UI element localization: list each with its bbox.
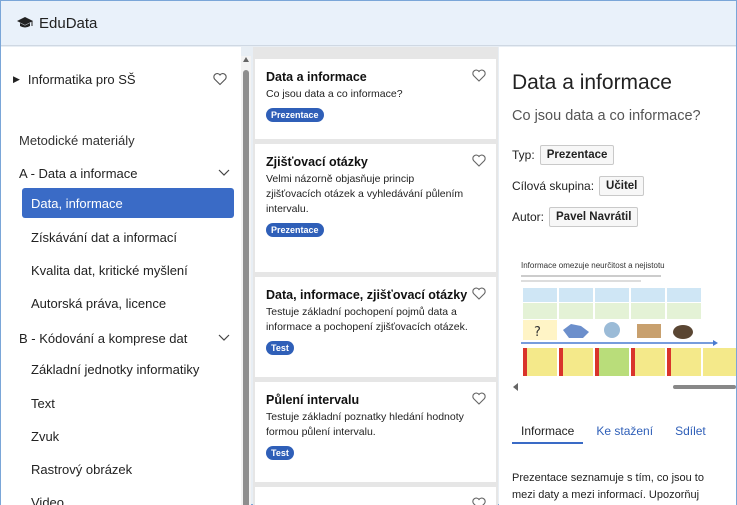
description-line: mezi daty a mezi informací. Upozorňuj bbox=[512, 489, 700, 501]
group-b-label: B - Kódování a komprese dat bbox=[19, 330, 188, 346]
author-chip[interactable]: Pavel Navrátil bbox=[549, 207, 639, 227]
tab-informace[interactable]: Informace bbox=[512, 420, 584, 444]
card-description: Testuje základní poznatky hledání hodnot… bbox=[266, 410, 486, 440]
sidebar-item-label: Rastrový obrázek bbox=[31, 461, 133, 477]
preview-heading: Informace omezuje neurčitost a nejistotu bbox=[521, 261, 665, 270]
list-item[interactable]: Data, informace, zjišťovací otázky Testu… bbox=[255, 277, 496, 377]
type-badge: Test bbox=[266, 446, 294, 460]
slide-thumbnail: ? bbox=[521, 272, 736, 377]
card-description: Testuje základní pochopení pojmů data a … bbox=[266, 305, 486, 335]
sidebar-item-rastrovy-obrazek[interactable]: Rastrový obrázek bbox=[22, 454, 234, 484]
app-title: EduData bbox=[39, 14, 98, 32]
sidebar-item-label: Kvalita dat, kritické myšlení bbox=[31, 262, 188, 278]
chevron-down-icon[interactable] bbox=[218, 334, 230, 342]
sidebar-item-label: Zvuk bbox=[31, 428, 60, 444]
meta-label: Cílová skupina: bbox=[512, 179, 595, 193]
card-description-line: Testuje základní pochopení pojmů data a bbox=[266, 306, 457, 318]
scroll-left-arrow-icon[interactable] bbox=[513, 383, 519, 391]
card-title: Data a informace bbox=[266, 70, 367, 84]
sidebar-item-label: Text bbox=[31, 395, 55, 411]
heart-outline-icon[interactable] bbox=[472, 392, 486, 405]
scrollbar-thumb[interactable] bbox=[243, 70, 249, 505]
card-title: Data, informace, zjišťovací otázky bbox=[266, 288, 468, 302]
card-description: Co jsou data a co informace? bbox=[266, 88, 403, 100]
type-badge: Prezentace bbox=[266, 223, 324, 237]
card-description: Velmi názorně objasňuje princip zjišťova… bbox=[266, 172, 486, 217]
heart-outline-icon[interactable] bbox=[213, 72, 227, 86]
svg-text:?: ? bbox=[534, 325, 541, 340]
scroll-up-arrow-icon[interactable] bbox=[242, 56, 250, 64]
heart-outline-icon[interactable] bbox=[472, 154, 486, 167]
expand-arrow-icon[interactable]: ▶ bbox=[13, 74, 20, 85]
heart-outline-icon[interactable] bbox=[472, 287, 486, 300]
sidebar-item-data-informace[interactable]: Data, informace bbox=[22, 188, 234, 218]
tab-sdilet[interactable]: Sdílet bbox=[666, 420, 715, 442]
sidebar-item-kvalita-dat[interactable]: Kvalita dat, kritické myšlení bbox=[22, 255, 234, 285]
list-scrollbar[interactable] bbox=[241, 56, 251, 505]
sidebar-item-label: Data, informace bbox=[31, 195, 123, 211]
detail-tabs: Informace Ke stažení Sdílet bbox=[512, 420, 736, 446]
chevron-down-icon[interactable] bbox=[218, 169, 230, 177]
course-label: Informatika pro SŠ bbox=[27, 71, 136, 87]
sidebar-item-autorska-prava[interactable]: Autorská práva, licence bbox=[22, 288, 234, 318]
detail-description: Prezentace seznamuje s tím, co jsou to m… bbox=[512, 470, 736, 504]
card-title: Zjišťovací otázky bbox=[266, 155, 368, 169]
sidebar-item-zvuk[interactable]: Zvuk bbox=[22, 421, 234, 451]
heart-outline-icon[interactable] bbox=[472, 497, 486, 505]
scrollbar-thumb[interactable] bbox=[673, 385, 736, 389]
group-b-header[interactable]: B - Kódování a komprese dat bbox=[19, 327, 234, 349]
type-badge: Prezentace bbox=[266, 108, 324, 122]
sidebar-item-ziskavani-dat[interactable]: Získávání dat a informací bbox=[22, 222, 234, 252]
audience-chip[interactable]: Učitel bbox=[599, 176, 645, 196]
meta-label: Autor: bbox=[512, 210, 545, 224]
meta-author: Autor: Pavel Navrátil bbox=[512, 205, 639, 229]
sidebar-item-label: Autorská práva, licence bbox=[31, 295, 167, 311]
preview-scrollbar[interactable] bbox=[513, 382, 736, 392]
group-a-label: A - Data a informace bbox=[19, 165, 138, 181]
type-badge: Test bbox=[266, 341, 294, 355]
graduation-cap-icon bbox=[17, 17, 33, 28]
tab-ke-stazeni[interactable]: Ke stažení bbox=[587, 420, 662, 442]
detail-subtitle: Co jsou data a co informace? bbox=[512, 108, 701, 124]
list-item[interactable]: Zjišťovací otázky Velmi názorně objasňuj… bbox=[255, 144, 496, 272]
sidebar-item-label: Získávání dat a informací bbox=[31, 229, 177, 245]
sidebar-item-video[interactable]: Video bbox=[22, 487, 234, 505]
meta-audience: Cílová skupina: Učitel bbox=[512, 174, 645, 198]
sidebar-item-text[interactable]: Text bbox=[22, 388, 234, 418]
sidebar: ▶ Informatika pro SŠ Metodické materiály… bbox=[1, 47, 241, 505]
material-list: Data a informace Co jsou data a co infor… bbox=[253, 47, 498, 505]
card-description-line: intervalu. bbox=[266, 203, 309, 215]
slide-preview[interactable]: Informace omezuje neurčitost a nejistotu… bbox=[521, 261, 736, 381]
list-item[interactable]: Data a informace Co jsou data a co infor… bbox=[255, 59, 496, 139]
sidebar-item-label: Video bbox=[31, 494, 65, 505]
section-title: Metodické materiály bbox=[19, 133, 135, 148]
card-title: Půlení intervalu bbox=[266, 393, 360, 407]
list-item[interactable] bbox=[255, 487, 496, 505]
type-chip[interactable]: Prezentace bbox=[539, 145, 615, 165]
card-description-line: informace a pochopení zjišťovacích otáze… bbox=[266, 321, 468, 333]
card-description-line: zjišťovacích otázek a vyhledávání půlení… bbox=[266, 188, 464, 200]
detail-title: Data a informace bbox=[512, 71, 672, 94]
card-description-line: Testuje základní poznatky hledání hodnot… bbox=[266, 411, 464, 423]
meta-label: Typ: bbox=[512, 148, 535, 162]
sidebar-item-zakladni-jednotky[interactable]: Základní jednotky informatiky bbox=[22, 354, 234, 384]
list-item[interactable]: Půlení intervalu Testuje základní poznat… bbox=[255, 382, 496, 482]
card-description-line: formou půlení intervalu. bbox=[266, 426, 376, 438]
group-a-header[interactable]: A - Data a informace bbox=[19, 162, 234, 184]
heart-outline-icon[interactable] bbox=[472, 69, 486, 82]
meta-type: Typ: Prezentace bbox=[512, 143, 615, 167]
card-description-line: Velmi názorně objasňuje princip bbox=[266, 173, 415, 185]
detail-pane: Data a informace Co jsou data a co infor… bbox=[499, 47, 736, 505]
description-line: Prezentace seznamuje s tím, co jsou to bbox=[512, 472, 704, 484]
app-header: EduData bbox=[1, 1, 736, 46]
sidebar-item-label: Základní jednotky informatiky bbox=[31, 361, 200, 377]
course-selector[interactable]: ▶ Informatika pro SŠ bbox=[13, 67, 233, 91]
